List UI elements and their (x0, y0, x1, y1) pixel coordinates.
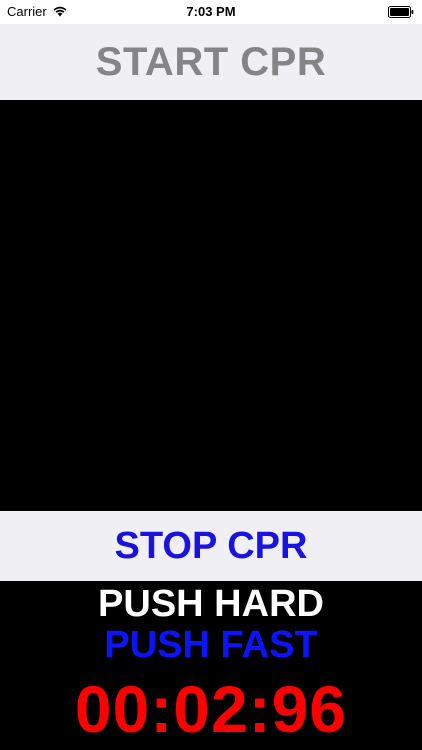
battery-icon (388, 6, 414, 18)
camera-view (0, 100, 422, 511)
stop-bar: STOP CPR (0, 511, 422, 581)
start-cpr-button[interactable]: START CPR (90, 39, 332, 86)
cpr-screen: Carrier 7:03 PM START CPR STOP CPR PUSH … (0, 0, 422, 750)
start-bar: START CPR (0, 24, 422, 100)
stop-cpr-button[interactable]: STOP CPR (109, 524, 314, 569)
push-fast-prompt: PUSH FAST (104, 624, 318, 666)
push-hard-prompt: PUSH HARD (98, 583, 324, 625)
status-time: 7:03 PM (186, 4, 236, 19)
cpr-timer: 00:02:96 (74, 672, 348, 746)
status-bar: Carrier 7:03 PM (0, 0, 422, 24)
